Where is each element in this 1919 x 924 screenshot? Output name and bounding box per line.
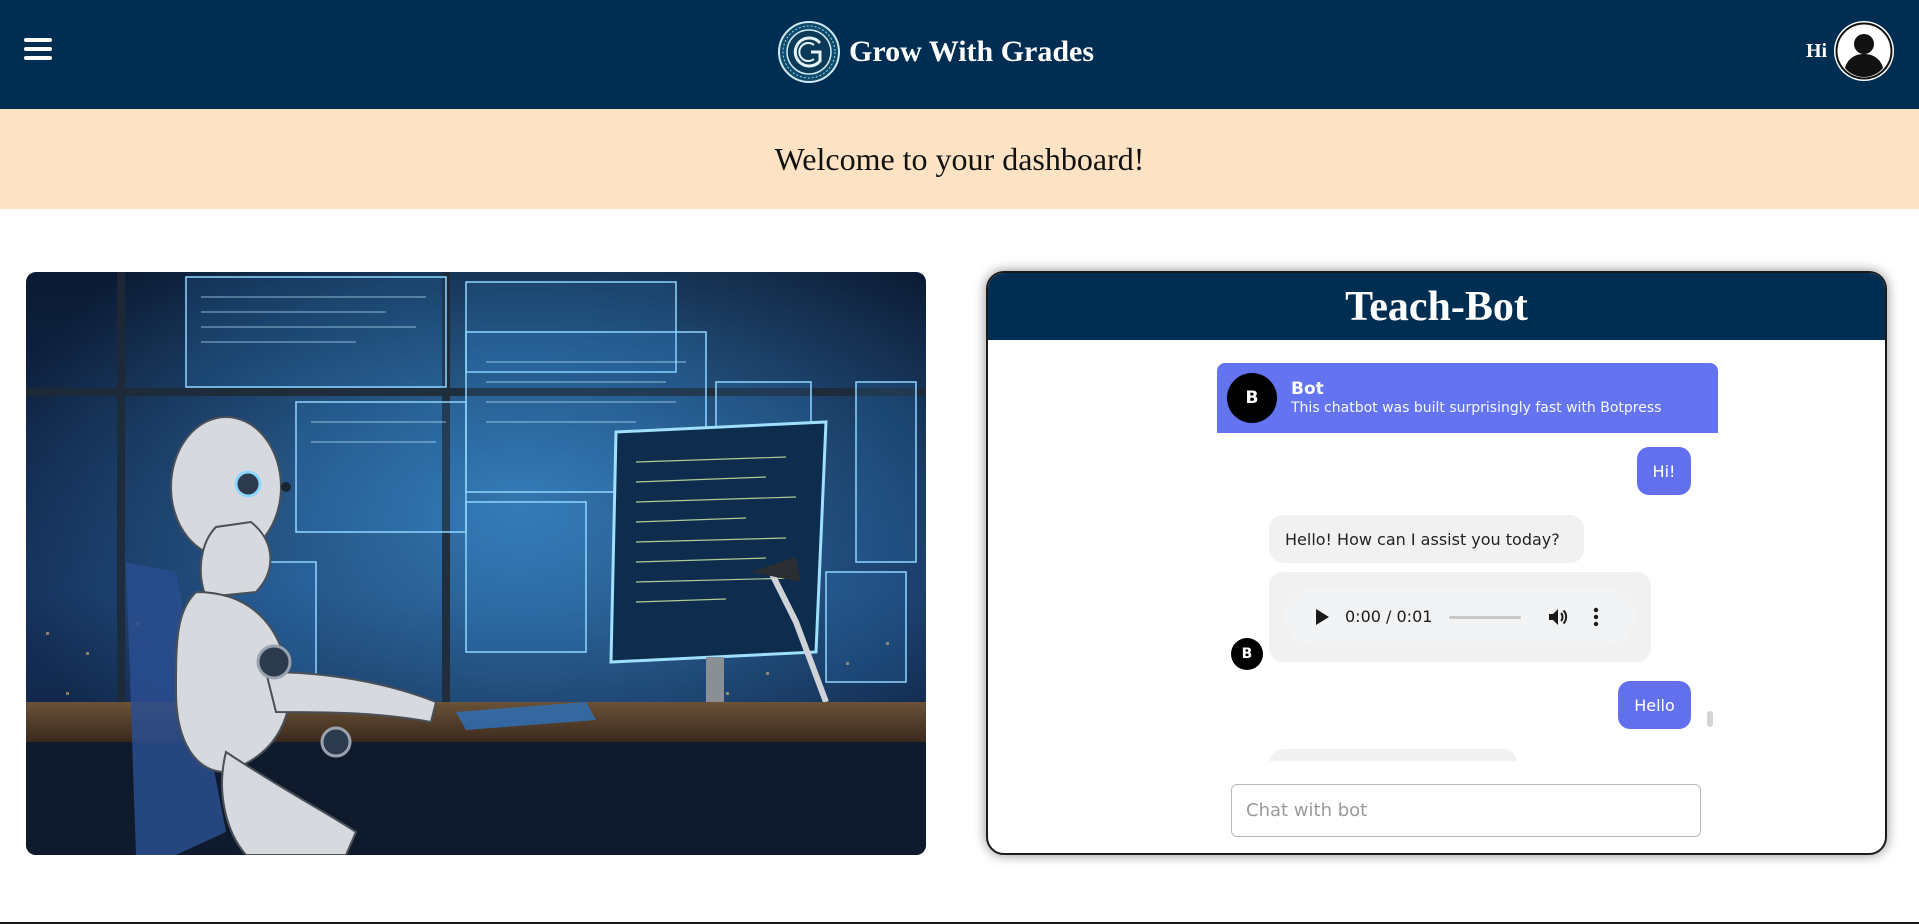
grow-with-grades-logo bbox=[778, 21, 840, 83]
user-message: Hi! bbox=[1637, 447, 1691, 495]
teachbot-card: Teach-Bot B Bot This chatbot was built s… bbox=[986, 271, 1887, 855]
bot-avatar: B bbox=[1227, 373, 1277, 423]
user-message: Hello bbox=[1618, 681, 1691, 729]
hero-robot-image bbox=[26, 272, 926, 855]
bot-description: This chatbot was built surprisingly fast… bbox=[1291, 400, 1662, 416]
play-icon[interactable] bbox=[1313, 608, 1331, 626]
audio-progress-slider[interactable] bbox=[1449, 616, 1521, 619]
hamburger-menu-icon[interactable] bbox=[24, 38, 52, 64]
chat-widget: B Bot This chatbot was built surprisingl… bbox=[1217, 363, 1718, 853]
teachbot-title: Teach-Bot bbox=[1345, 283, 1528, 330]
audio-time: 0:00 / 0:01 bbox=[1345, 607, 1433, 626]
chat-header: B Bot This chatbot was built surprisingl… bbox=[1217, 363, 1718, 433]
bot-message-avatar: B bbox=[1231, 638, 1263, 670]
bot-audio-message: 0:00 / 0:01 bbox=[1269, 572, 1651, 662]
top-navbar: Grow With Grades Hi bbox=[0, 0, 1919, 109]
brand[interactable]: Grow With Grades bbox=[778, 20, 1094, 84]
greeting-text: Hi bbox=[1806, 40, 1828, 62]
brand-name: Grow With Grades bbox=[849, 35, 1095, 68]
bot-message: Hello! How can I assist you today? bbox=[1269, 515, 1584, 563]
audio-player[interactable]: 0:00 / 0:01 bbox=[1285, 588, 1635, 646]
chat-scrollbar[interactable] bbox=[1707, 711, 1713, 727]
welcome-banner: Welcome to your dashboard! bbox=[0, 109, 1919, 209]
chat-input[interactable] bbox=[1231, 784, 1701, 837]
welcome-text: Welcome to your dashboard! bbox=[774, 140, 1145, 177]
volume-icon[interactable] bbox=[1547, 606, 1569, 628]
more-vertical-icon[interactable] bbox=[1591, 606, 1601, 628]
user-avatar-icon[interactable] bbox=[1833, 20, 1895, 82]
teachbot-header: Teach-Bot bbox=[988, 273, 1885, 340]
bot-name: Bot bbox=[1291, 379, 1324, 399]
